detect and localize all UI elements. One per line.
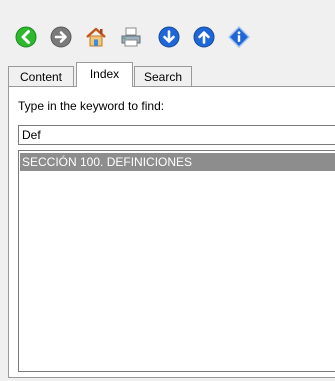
keyword-input[interactable] bbox=[18, 125, 335, 145]
arrow-up-circle-icon bbox=[193, 26, 215, 48]
tab-search[interactable]: Search bbox=[134, 66, 192, 86]
list-item-selected[interactable]: SECCIÓN 100. DEFINICIONES bbox=[20, 153, 335, 171]
previous-topic-button[interactable] bbox=[193, 26, 215, 48]
home-button[interactable] bbox=[85, 26, 107, 48]
forward-button[interactable] bbox=[50, 26, 72, 48]
home-icon bbox=[86, 27, 106, 47]
toolbar bbox=[0, 0, 335, 58]
printer-icon bbox=[121, 27, 141, 47]
index-results-list[interactable]: SECCIÓN 100. DEFINICIONES bbox=[18, 150, 335, 372]
tab-content[interactable]: Content bbox=[8, 66, 74, 86]
arrow-right-circle-icon bbox=[50, 26, 72, 48]
arrow-left-circle-icon bbox=[15, 26, 37, 48]
print-button[interactable] bbox=[120, 26, 142, 48]
next-topic-button[interactable] bbox=[158, 26, 180, 48]
back-button[interactable] bbox=[15, 26, 37, 48]
keyword-prompt: Type in the keyword to find: bbox=[18, 99, 165, 113]
info-diamond-icon bbox=[228, 26, 250, 48]
info-button[interactable] bbox=[228, 26, 250, 48]
tab-index[interactable]: Index bbox=[76, 62, 133, 87]
arrow-down-circle-icon bbox=[158, 26, 180, 48]
